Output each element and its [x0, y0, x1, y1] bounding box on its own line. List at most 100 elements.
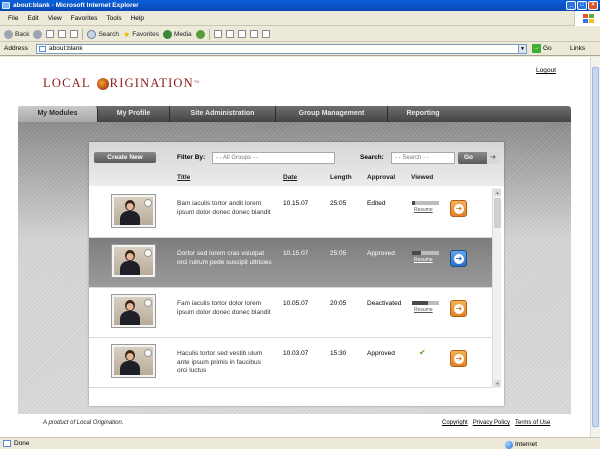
status-bar: Done Internet	[0, 437, 600, 449]
column-header-title[interactable]: Title	[177, 174, 190, 181]
menu-view[interactable]: View	[48, 15, 62, 22]
close-button[interactable]: ×	[588, 1, 598, 10]
module-date: 10.03.07	[283, 350, 309, 357]
video-thumbnail[interactable]	[111, 244, 156, 278]
column-header-length: Length	[330, 174, 352, 181]
play-icon	[144, 349, 152, 357]
search-button[interactable]: Search	[87, 29, 119, 39]
search-icon	[87, 29, 97, 39]
minimize-button[interactable]: _	[566, 1, 576, 10]
page-icon	[39, 46, 46, 52]
refresh-icon[interactable]	[58, 30, 67, 38]
history-icon[interactable]	[195, 29, 205, 39]
page-status-icon	[3, 440, 11, 447]
column-header-approval: Approval	[367, 174, 396, 181]
video-thumbnail[interactable]	[111, 194, 156, 228]
menu-edit[interactable]: Edit	[27, 15, 38, 22]
print-icon[interactable]	[225, 30, 234, 38]
module-approval: Deactivated	[367, 300, 402, 307]
address-dropdown-icon[interactable]: ▼	[518, 44, 527, 54]
tab-my-modules[interactable]: My Modules	[18, 106, 98, 122]
module-title[interactable]: Bam iaculis tortor andit lorem ipsum dol…	[177, 200, 272, 217]
terms-of-use-link[interactable]: Terms of Use	[515, 420, 550, 426]
play-icon	[144, 249, 152, 257]
module-approval: Approved	[367, 350, 395, 357]
open-module-button[interactable]: ➜	[450, 300, 467, 317]
viewed-progress-bar	[412, 301, 439, 305]
windows-logo-icon	[574, 11, 600, 26]
edit-icon[interactable]	[237, 30, 246, 38]
menu-favorites[interactable]: Favorites	[71, 15, 98, 22]
module-row[interactable]: Fam iaculis tortor dolor lorem ipsum dol…	[89, 288, 492, 338]
search-input[interactable]: - - Search - -	[391, 152, 455, 164]
open-module-button[interactable]: ➜	[450, 350, 467, 367]
module-row[interactable]: Bam iaculis tortor andit lorem ipsum dol…	[89, 188, 492, 238]
module-row-selected[interactable]: Dortor sed lorem cras volutpat orci rutr…	[89, 238, 492, 288]
modules-panel: Create New Filter By: - - All Groups - -…	[89, 142, 504, 406]
column-header-date[interactable]: Date	[283, 174, 297, 181]
window-title: about:blank - Microsoft Internet Explore…	[13, 2, 139, 9]
resume-link[interactable]: Resume	[414, 307, 433, 313]
tab-site-administration[interactable]: Site Administration	[170, 106, 276, 122]
mail-icon[interactable]	[213, 30, 222, 38]
resume-link[interactable]: Resume	[414, 207, 433, 213]
browser-toolbar: Back Search ★ Favorites Media	[0, 27, 600, 42]
address-label: Address	[4, 45, 28, 52]
module-title[interactable]: Fam iaculis tortor dolor lorem ipsum dol…	[177, 300, 272, 317]
media-button[interactable]: Media	[162, 29, 192, 39]
menu-tools[interactable]: Tools	[106, 15, 121, 22]
links-button[interactable]: Links	[570, 45, 585, 52]
module-length: 25:05	[330, 200, 347, 207]
window-scroll-thumb[interactable]	[592, 67, 599, 427]
open-module-button[interactable]: ➜	[450, 250, 467, 267]
privacy-policy-link[interactable]: Privacy Policy	[473, 420, 510, 426]
open-module-button[interactable]: ➜	[450, 200, 467, 217]
arrow-right-icon: ➜	[454, 254, 464, 264]
go-arrow-icon: ➔	[487, 152, 499, 164]
home-icon[interactable]	[70, 30, 79, 38]
module-length: 20:05	[330, 300, 347, 307]
scroll-down-icon[interactable]: ▼	[494, 380, 501, 387]
back-button[interactable]: Back	[4, 29, 29, 39]
column-header-viewed: Viewed	[411, 174, 434, 181]
viewed-progress-bar	[412, 201, 439, 205]
module-title[interactable]: Haculis tortor sed vestib ulum ante ipsu…	[177, 350, 272, 376]
window-titlebar: about:blank - Microsoft Internet Explore…	[0, 0, 600, 11]
tab-reporting[interactable]: Reporting	[388, 106, 458, 122]
go-button[interactable]: → Go	[532, 44, 552, 53]
go-arrow-icon: →	[532, 44, 541, 53]
module-length: 25:05	[330, 250, 347, 257]
scroll-up-icon[interactable]: ▲	[494, 189, 501, 196]
list-scrollbar[interactable]: ▲ ▼	[492, 188, 501, 388]
menu-help[interactable]: Help	[131, 15, 144, 22]
toolbar-separator	[82, 28, 84, 40]
group-filter-select[interactable]: - - All Groups - -	[212, 152, 335, 164]
menu-file[interactable]: File	[8, 15, 18, 22]
module-row[interactable]: Haculis tortor sed vestib ulum ante ipsu…	[89, 338, 492, 388]
module-date: 10.05.07	[283, 300, 309, 307]
module-title[interactable]: Dortor sed lorem cras volutpat orci rutr…	[177, 250, 272, 267]
messenger-icon[interactable]	[261, 30, 270, 38]
favorites-button[interactable]: ★ Favorites	[123, 30, 159, 39]
resume-link[interactable]: Resume	[414, 257, 433, 263]
address-bar: Address about:blank ▼ → Go Links	[0, 42, 600, 56]
address-input[interactable]: about:blank	[36, 44, 526, 54]
module-approval: Edited	[367, 200, 386, 207]
security-zone: Internet	[505, 439, 537, 449]
create-new-button[interactable]: Create New	[94, 152, 156, 163]
logout-link[interactable]: Logout	[536, 67, 556, 74]
forward-button[interactable]	[33, 29, 43, 39]
maximize-button[interactable]: □	[577, 1, 587, 10]
stop-icon[interactable]	[46, 30, 55, 38]
tab-my-profile[interactable]: My Profile	[98, 106, 170, 122]
discuss-icon[interactable]	[249, 30, 258, 38]
scroll-thumb[interactable]	[494, 198, 501, 228]
search-go-button[interactable]: Go ➔	[458, 152, 499, 164]
page-viewport: LOCAL RIGINATION ™ Logout My Modules My …	[0, 57, 590, 437]
copyright-link[interactable]: Copyright	[442, 420, 468, 426]
status-text: Done	[14, 440, 30, 447]
tab-group-management[interactable]: Group Management	[276, 106, 388, 122]
video-thumbnail[interactable]	[111, 294, 156, 328]
window-scrollbar[interactable]	[590, 57, 600, 437]
video-thumbnail[interactable]	[111, 344, 156, 378]
